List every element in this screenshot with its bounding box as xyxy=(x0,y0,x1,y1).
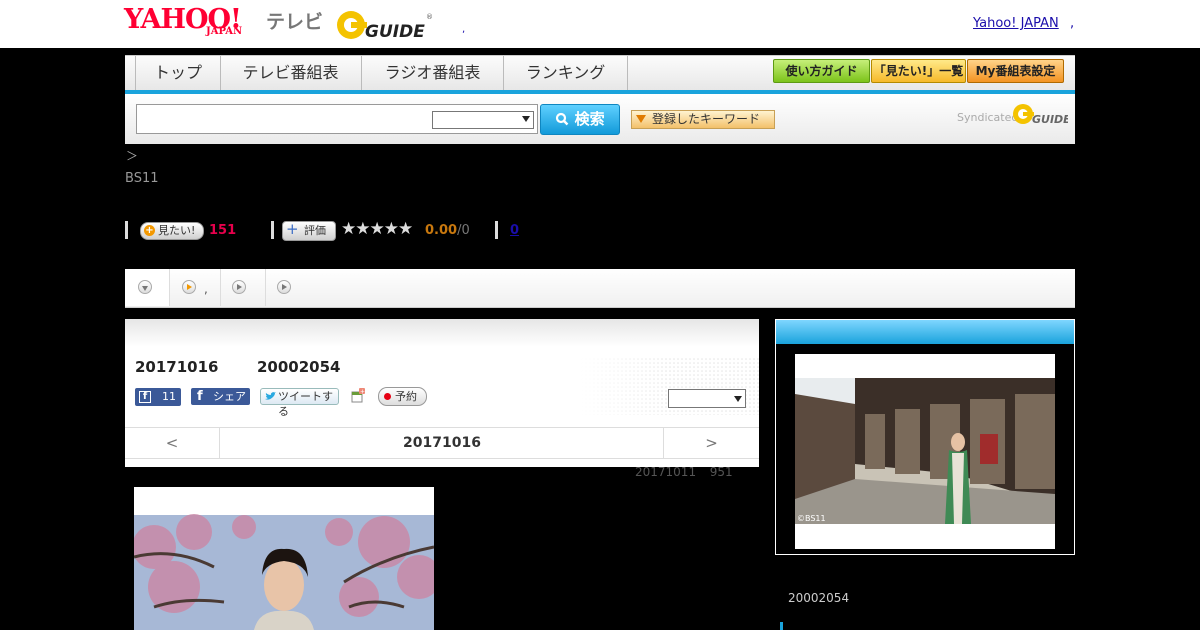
header-link-dot: , xyxy=(1070,16,1075,31)
sidebar-image: ©BS11 xyxy=(795,354,1055,549)
prev-date-button[interactable]: < xyxy=(125,428,220,458)
chevron-down-icon xyxy=(734,396,742,402)
collapse-icon xyxy=(138,280,152,294)
yahoo-japan-logo-sub: JAPAN xyxy=(206,26,243,37)
facebook-like-button[interactable]: f 11 xyxy=(135,388,181,406)
saved-keywords-button[interactable]: 登録したキーワード xyxy=(631,110,775,129)
sidebar-photo: ©BS11 xyxy=(795,354,1055,549)
sidebar-accent xyxy=(780,622,783,630)
program-photo xyxy=(134,487,434,630)
divider xyxy=(125,221,128,239)
tab-play-1[interactable]: , xyxy=(170,269,221,306)
want-count: 151 xyxy=(209,223,237,238)
meta-date: 20171011 xyxy=(635,465,697,479)
plus-icon: + xyxy=(286,220,299,238)
want-to-watch-label: 見たい! xyxy=(158,224,196,237)
reserve-label: 予約 xyxy=(395,390,417,403)
rating-value: 0.00 xyxy=(425,223,458,238)
play-icon xyxy=(182,280,196,294)
yahoo-japan-link[interactable]: Yahoo! JAPAN xyxy=(973,16,1059,31)
rate-button[interactable]: + 評価 xyxy=(282,221,336,241)
facebook-share-label: シェア xyxy=(213,390,246,403)
nav-tab-top[interactable]: トップ xyxy=(135,56,221,90)
svg-text:+: + xyxy=(360,389,365,396)
tweet-button[interactable]: ツイートする xyxy=(260,388,339,418)
rating-count: /0 xyxy=(457,223,470,238)
main-nav: トップ テレビ番組表 ラジオ番組表 ランキング 使い方ガイド 「見たい!」一覧 … xyxy=(125,55,1075,92)
play-icon xyxy=(232,280,246,294)
tab-play-3[interactable] xyxy=(266,269,310,306)
facebook-like-count: 11 xyxy=(162,390,176,403)
photo-credit: ©BS11 xyxy=(797,514,826,523)
syndicated-gguide-logo: GUIDE xyxy=(1013,104,1068,126)
tab-play-1-suffix: , xyxy=(204,282,208,296)
program-main-image xyxy=(134,487,434,630)
svg-text:®: ® xyxy=(426,13,433,21)
nav-tab-tv-schedule[interactable]: テレビ番組表 xyxy=(220,56,362,90)
gguide-logo-text: GUIDE xyxy=(365,22,425,41)
rating-stars: ★★★★★ xyxy=(341,219,413,239)
divider xyxy=(271,221,274,239)
channel-name[interactable]: BS11 xyxy=(125,171,158,186)
search-button[interactable]: 検索 xyxy=(540,104,620,135)
program-date-code: 20171016 xyxy=(135,358,219,376)
plus-icon: + xyxy=(144,225,155,236)
rate-label: 評価 xyxy=(304,224,326,237)
syndicated-label: Syndicated xyxy=(957,111,1019,124)
triangle-down-icon xyxy=(142,286,148,291)
rating-value-wrap: 0.00/0 xyxy=(425,223,470,238)
search-button-label: 検索 xyxy=(574,110,605,128)
header-small-mark: , xyxy=(462,24,466,35)
nav-tab-ranking[interactable]: ランキング xyxy=(504,56,628,90)
program-tab-bar: , xyxy=(125,269,1075,308)
current-date: 20171016 xyxy=(403,435,481,451)
record-dot-icon xyxy=(384,393,391,400)
program-select[interactable] xyxy=(668,389,746,408)
gguide-logo[interactable]: GUIDE ® xyxy=(335,7,433,41)
tv-label[interactable]: テレビ xyxy=(266,7,323,34)
nav-tab-radio-schedule[interactable]: ラジオ番組表 xyxy=(362,56,504,90)
search-category-select[interactable] xyxy=(432,111,534,129)
tab-play-2[interactable] xyxy=(221,269,266,306)
sidebar-program-id: 20002054 xyxy=(788,591,850,605)
facebook-icon: f xyxy=(197,389,203,404)
search-icon xyxy=(556,112,569,126)
want-to-watch-button[interactable]: + 見たい! xyxy=(140,222,204,240)
want-list-button[interactable]: 「見たい!」一覧 xyxy=(871,59,966,83)
review-count-link[interactable]: 0 xyxy=(510,223,519,238)
meta-count: 951 xyxy=(709,465,733,479)
saved-keywords-label: 登録したキーワード xyxy=(652,112,761,126)
facebook-icon: f xyxy=(139,391,151,403)
divider xyxy=(495,221,498,239)
triangle-down-icon xyxy=(636,115,646,123)
tweet-label: ツイートする xyxy=(278,390,333,418)
reserve-button[interactable]: 予約 xyxy=(378,387,427,406)
program-title: 20171016 20002054 xyxy=(135,358,340,376)
twitter-bird-icon xyxy=(265,392,276,400)
play-icon xyxy=(277,280,291,294)
add-calendar-icon[interactable]: + xyxy=(350,388,366,404)
facebook-share-button[interactable]: f シェア xyxy=(191,388,250,405)
program-id: 20002054 xyxy=(256,358,341,376)
my-schedule-settings-button[interactable]: My番組表設定 xyxy=(967,59,1064,83)
next-date-button[interactable]: > xyxy=(663,428,759,458)
tab-collapse[interactable] xyxy=(125,269,170,306)
chevron-down-icon xyxy=(522,116,530,122)
program-meta: 20171011 951 xyxy=(635,465,733,479)
sidebar-header xyxy=(776,320,1074,344)
breadcrumb[interactable]: ＞ xyxy=(126,147,138,164)
syndicated-logo-text: GUIDE xyxy=(1032,113,1068,126)
date-navigation: < 20171016 > xyxy=(125,427,759,459)
guide-button[interactable]: 使い方ガイド xyxy=(773,59,870,83)
